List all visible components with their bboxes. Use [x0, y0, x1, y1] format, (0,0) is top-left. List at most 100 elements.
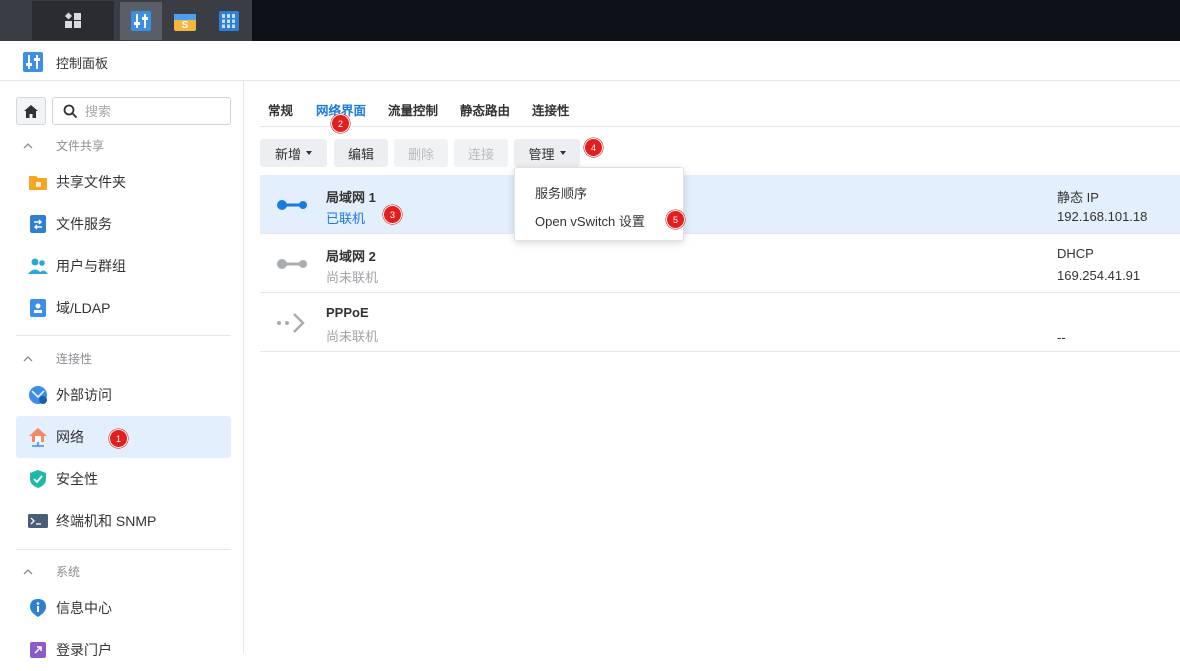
interface-name: 局域网 1: [326, 190, 376, 205]
sidebar-item-shared-folder[interactable]: 共享文件夹: [16, 161, 231, 203]
edit-button[interactable]: 编辑: [334, 139, 388, 167]
interface-row[interactable]: 局域网 1 已联机 静态 IP 192.168.101.18: [260, 175, 1180, 234]
tab-bar: 常规 网络界面 流量控制 静态路由 连接性: [260, 81, 1180, 127]
search-box[interactable]: [52, 97, 231, 125]
info-icon: [28, 598, 48, 618]
home-icon: [24, 104, 38, 118]
menu-item-service-order[interactable]: 服务顺序: [535, 183, 587, 202]
chevron-up-icon: [16, 138, 40, 152]
search-input[interactable]: [85, 102, 225, 120]
home-button[interactable]: [16, 97, 46, 125]
delete-button-label: 删除: [407, 146, 434, 162]
sidebar: 文件共享 共享文件夹 文件服务 用户与群组 域/LDAP 连接性: [0, 81, 244, 658]
storage-manager-icon: [219, 11, 239, 31]
main-menu-button[interactable]: [32, 1, 114, 40]
sidebar-item-domain-ldap[interactable]: 域/LDAP: [16, 287, 231, 329]
sidebar-item-file-services[interactable]: 文件服务: [16, 203, 231, 245]
window-header: 控制面板: [0, 41, 1180, 81]
interface-status: 尚未联机: [326, 270, 379, 285]
sidebar-item-label: 终端机和 SNMP: [56, 513, 157, 529]
section-label: 连接性: [56, 351, 93, 366]
tab-traffic-control[interactable]: 流量控制: [388, 100, 438, 119]
taskbar-package-center[interactable]: S: [167, 3, 203, 39]
interface-ip: 169.254.41.91: [1057, 268, 1141, 283]
sidebar-item-label: 外部访问: [56, 387, 112, 403]
tab-static-route[interactable]: 静态路由: [460, 100, 510, 119]
sidebar-item-label: 登录门户: [56, 642, 112, 658]
annotation-badge: 2: [331, 114, 350, 133]
connect-button-label: 连接: [467, 146, 494, 162]
menu-item-open-vswitch-settings[interactable]: Open vSwitch 设置: [535, 211, 645, 230]
sidebar-item-label: 信息中心: [56, 600, 112, 616]
delete-button[interactable]: 删除: [394, 139, 448, 167]
file-services-icon: [28, 214, 48, 234]
interface-name: 局域网 2: [326, 249, 376, 264]
add-button[interactable]: 新增: [260, 139, 327, 167]
interface-row[interactable]: 局域网 2 尚未联机 DHCP 169.254.41.91: [260, 234, 1180, 293]
annotation-badge: 3: [383, 205, 402, 224]
terminal-icon: [28, 511, 48, 531]
edit-button-label: 编辑: [347, 146, 374, 162]
sidebar-item-login-portal[interactable]: 登录门户: [16, 629, 231, 671]
annotation-badge: 5: [666, 210, 685, 229]
interface-row[interactable]: PPPoE 尚未联机 --: [260, 293, 1180, 352]
taskbar-control-panel[interactable]: [120, 2, 162, 40]
sidebar-item-label: 共享文件夹: [56, 174, 126, 190]
caret-down-icon: [306, 151, 312, 155]
control-panel-icon: [23, 52, 43, 72]
sidebar-item-label: 网络: [56, 429, 84, 445]
shield-icon: [28, 469, 48, 489]
external-access-icon: [28, 385, 48, 405]
sidebar-item-label: 安全性: [56, 471, 98, 487]
interface-status: 已联机: [326, 211, 366, 226]
pppoe-icon: [277, 313, 305, 333]
section-header-system[interactable]: 系统: [16, 560, 231, 582]
sidebar-item-external-access[interactable]: 外部访问: [16, 374, 231, 416]
sidebar-item-info-center[interactable]: 信息中心: [16, 587, 231, 629]
sidebar-item-users-groups[interactable]: 用户与群组: [16, 245, 231, 287]
manage-button[interactable]: 管理: [514, 139, 580, 167]
users-icon: [28, 256, 48, 276]
caret-down-icon: [559, 151, 566, 155]
chevron-up-icon: [16, 351, 40, 365]
section-header-connectivity[interactable]: 连接性: [16, 347, 231, 369]
interface-type: DHCP: [1057, 246, 1094, 261]
tab-general[interactable]: 常规: [268, 100, 293, 119]
domain-icon: [28, 298, 48, 318]
svg-text:S: S: [182, 20, 189, 31]
add-button-label: 新增: [274, 146, 301, 162]
tab-connectivity[interactable]: 连接性: [532, 100, 570, 119]
connected-icon: [277, 200, 307, 210]
interface-type: 静态 IP: [1057, 190, 1099, 205]
taskbar: S: [0, 0, 1180, 41]
section-label: 系统: [56, 564, 81, 579]
connect-button[interactable]: 连接: [454, 139, 508, 167]
interface-ip: --: [1057, 330, 1066, 345]
manage-button-label: 管理: [528, 146, 555, 162]
annotation-badge: 4: [584, 138, 603, 157]
sidebar-item-label: 文件服务: [56, 216, 112, 232]
interface-ip: 192.168.101.18: [1057, 209, 1148, 224]
sidebar-item-terminal-snmp[interactable]: 终端机和 SNMP: [16, 500, 231, 542]
sidebar-item-label: 域/LDAP: [56, 300, 111, 316]
folder-icon: [28, 172, 48, 192]
login-portal-icon: [28, 640, 48, 660]
section-header-file-sharing[interactable]: 文件共享: [16, 134, 231, 156]
grid-icon: [64, 11, 81, 28]
divider: [16, 549, 231, 550]
network-house-icon: [28, 427, 48, 447]
sidebar-item-security[interactable]: 安全性: [16, 458, 231, 500]
package-center-icon: S: [174, 14, 196, 31]
taskbar-app-group: S: [0, 0, 252, 41]
interface-status: 尚未联机: [326, 329, 379, 344]
control-panel-icon: [131, 11, 151, 31]
disconnected-icon: [277, 259, 307, 269]
annotation-badge: 1: [109, 429, 128, 448]
interface-name: PPPoE: [326, 305, 369, 320]
window-title: 控制面板: [56, 56, 109, 71]
manage-dropdown-menu: 服务顺序 Open vSwitch 设置: [514, 167, 684, 241]
section-label: 文件共享: [56, 138, 105, 153]
sidebar-item-label: 用户与群组: [56, 258, 126, 274]
search-icon: [63, 104, 78, 119]
taskbar-storage-manager[interactable]: [211, 3, 247, 39]
